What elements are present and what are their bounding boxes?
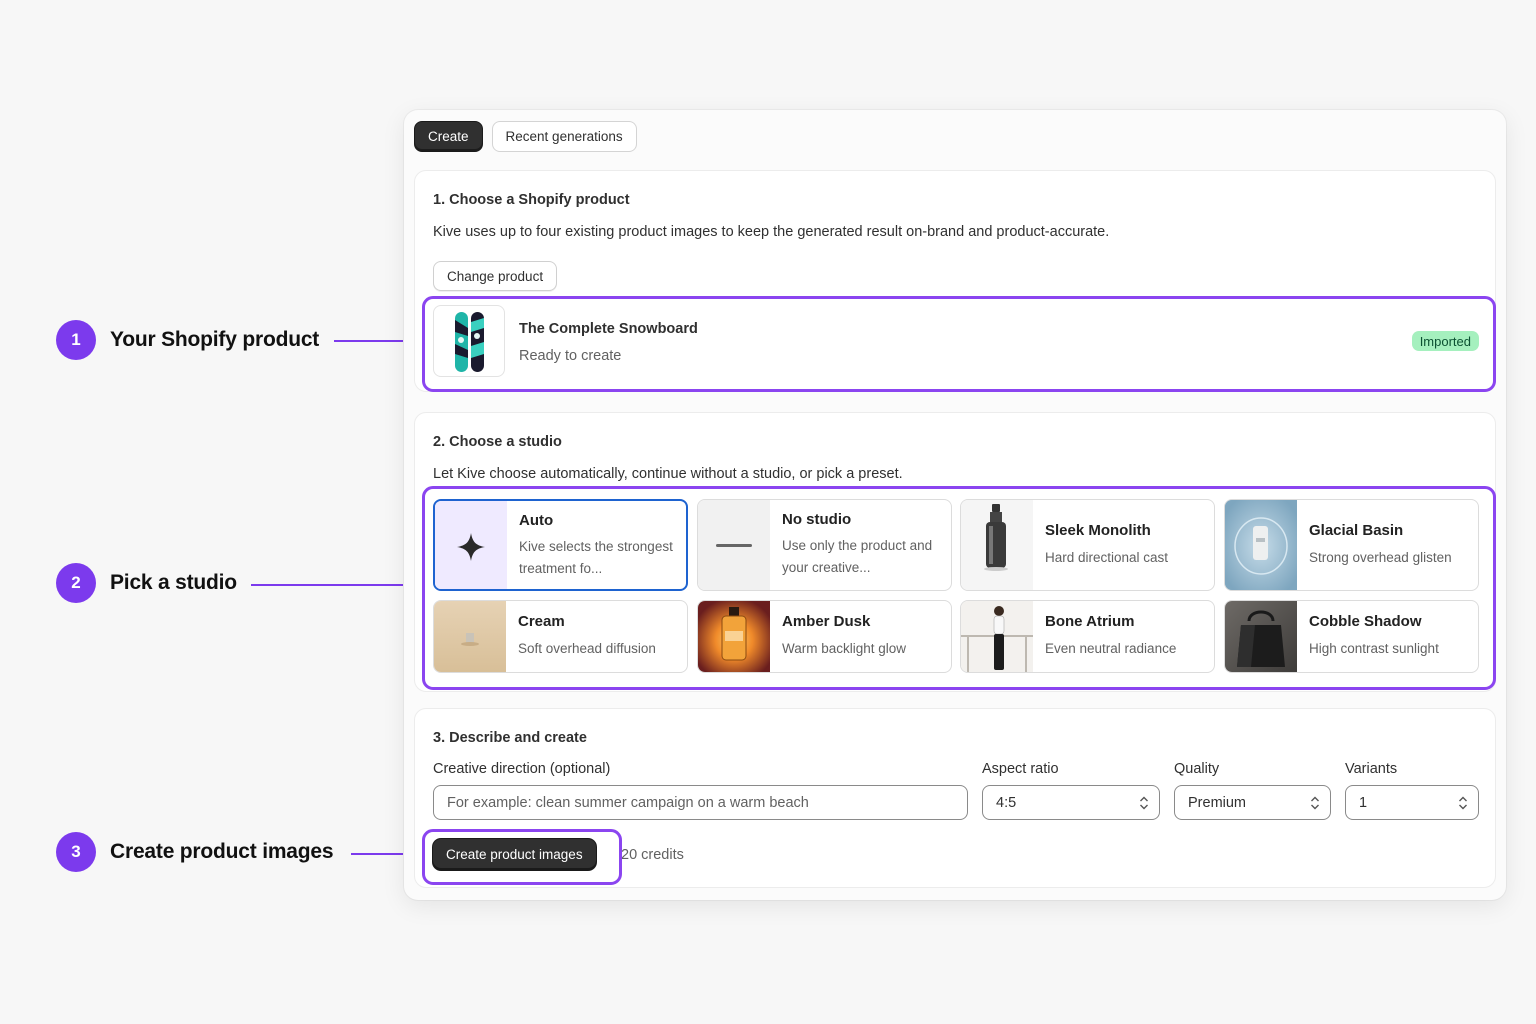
credits-cost: 20 credits [621, 847, 684, 863]
chevron-up-down-icon [1140, 796, 1148, 810]
studio-description: Use only the product and your creative..… [782, 538, 933, 575]
chevron-up-down-icon [1459, 796, 1467, 810]
studio-name: Cobble Shadow [1309, 613, 1422, 630]
studio-description: Soft overhead diffusion [518, 641, 656, 656]
callout-label: Create product images [110, 840, 334, 863]
studio-description: Even neutral radiance [1045, 641, 1177, 656]
section-description: Kive uses up to four existing product im… [433, 224, 1110, 240]
studio-description: High contrast sunlight [1309, 641, 1439, 656]
app-window: Create Recent generations 1. Choose a Sh… [404, 110, 1506, 900]
studio-glacial-basin[interactable]: Glacial Basin Strong overhead glisten [1224, 499, 1479, 591]
creative-direction-input[interactable]: For example: clean summer campaign on a … [433, 785, 968, 820]
aspect-ratio-label: Aspect ratio [982, 761, 1059, 777]
product-thumbnail [433, 305, 505, 377]
studio-name: No studio [782, 511, 852, 528]
studio-auto[interactable]: Auto Kive selects the strongest treatmen… [433, 499, 688, 591]
studio-name: Auto [519, 512, 554, 529]
studio-name: Sleek Monolith [1045, 522, 1151, 539]
quality-select[interactable]: Premium [1174, 785, 1331, 820]
studio-name: Bone Atrium [1045, 613, 1135, 630]
studio-cobble-shadow[interactable]: Cobble Shadow High contrast sunlight [1224, 600, 1479, 673]
studio-thumbnail [698, 601, 770, 672]
chevron-up-down-icon [1311, 796, 1319, 810]
status-badge: Imported [1411, 331, 1479, 351]
aspect-ratio-value: 4:5 [996, 794, 1017, 811]
tab-recent-generations[interactable]: Recent generations [491, 121, 637, 152]
studio-thumbnail [961, 601, 1033, 672]
studio-amber-dusk[interactable]: Amber Dusk Warm backlight glow [697, 600, 952, 673]
variants-label: Variants [1345, 761, 1398, 777]
studio-description: Strong overhead glisten [1309, 550, 1452, 565]
studio-name: Amber Dusk [782, 613, 871, 630]
callout-number: 1 [56, 320, 96, 360]
callout-label: Your Shopify product [110, 328, 320, 351]
create-product-images-button[interactable]: Create product images [433, 839, 596, 870]
studio-thumbnail [1225, 500, 1297, 590]
studio-description: Kive selects the strongest treatment fo.… [519, 539, 673, 576]
section-description: Let Kive choose automatically, continue … [433, 466, 903, 482]
section-choose-studio: 2. Choose a studio Let Kive choose autom… [414, 412, 1496, 692]
selected-product[interactable]: The Complete Snowboard Ready to create I… [433, 305, 1479, 377]
aspect-ratio-select[interactable]: 4:5 [982, 785, 1160, 820]
product-name: The Complete Snowboard [519, 321, 698, 337]
studio-bone-atrium[interactable]: Bone Atrium Even neutral radiance [960, 600, 1215, 673]
studio-sleek-monolith[interactable]: Sleek Monolith Hard directional cast [960, 499, 1215, 591]
section-describe-create: 3. Describe and create Creative directio… [414, 708, 1496, 888]
studio-cream[interactable]: Cream Soft overhead diffusion [433, 600, 688, 673]
creative-direction-label: Creative direction (optional) [433, 761, 611, 777]
studio-thumbnail [1225, 601, 1297, 672]
change-product-button[interactable]: Change product [433, 261, 558, 291]
callout-label: Pick a studio [110, 571, 237, 594]
variants-value: 1 [1359, 794, 1368, 811]
studio-no-studio[interactable]: No studio Use only the product and your … [697, 499, 952, 591]
studio-name: Cream [518, 613, 565, 630]
callout-number: 3 [56, 832, 96, 872]
tab-bar: Create Recent generations [414, 121, 637, 152]
quality-value: Premium [1188, 794, 1247, 811]
callout-connector [251, 579, 425, 591]
studio-name: Glacial Basin [1309, 522, 1404, 539]
tab-create[interactable]: Create [414, 121, 483, 152]
section-title: 2. Choose a studio [433, 434, 562, 450]
product-status: Ready to create [519, 348, 622, 364]
section-choose-product: 1. Choose a Shopify product Kive uses up… [414, 170, 1496, 392]
callout-create-product-images: 3 Create product images [56, 832, 334, 872]
variants-select[interactable]: 1 [1345, 785, 1479, 820]
section-title: 3. Describe and create [433, 730, 587, 746]
quality-label: Quality [1174, 761, 1220, 777]
dash-icon [698, 500, 770, 590]
studio-description: Hard directional cast [1045, 550, 1169, 565]
callout-number: 2 [56, 563, 96, 603]
callout-pick-a-studio: 2 Pick a studio [56, 563, 237, 603]
studio-description: Warm backlight glow [782, 641, 907, 656]
studio-thumbnail [961, 500, 1033, 590]
section-title: 1. Choose a Shopify product [433, 192, 630, 208]
callout-your-shopify-product: 1 Your Shopify product [56, 320, 319, 360]
studio-thumbnail [434, 601, 506, 672]
sparkle-icon [435, 501, 507, 589]
